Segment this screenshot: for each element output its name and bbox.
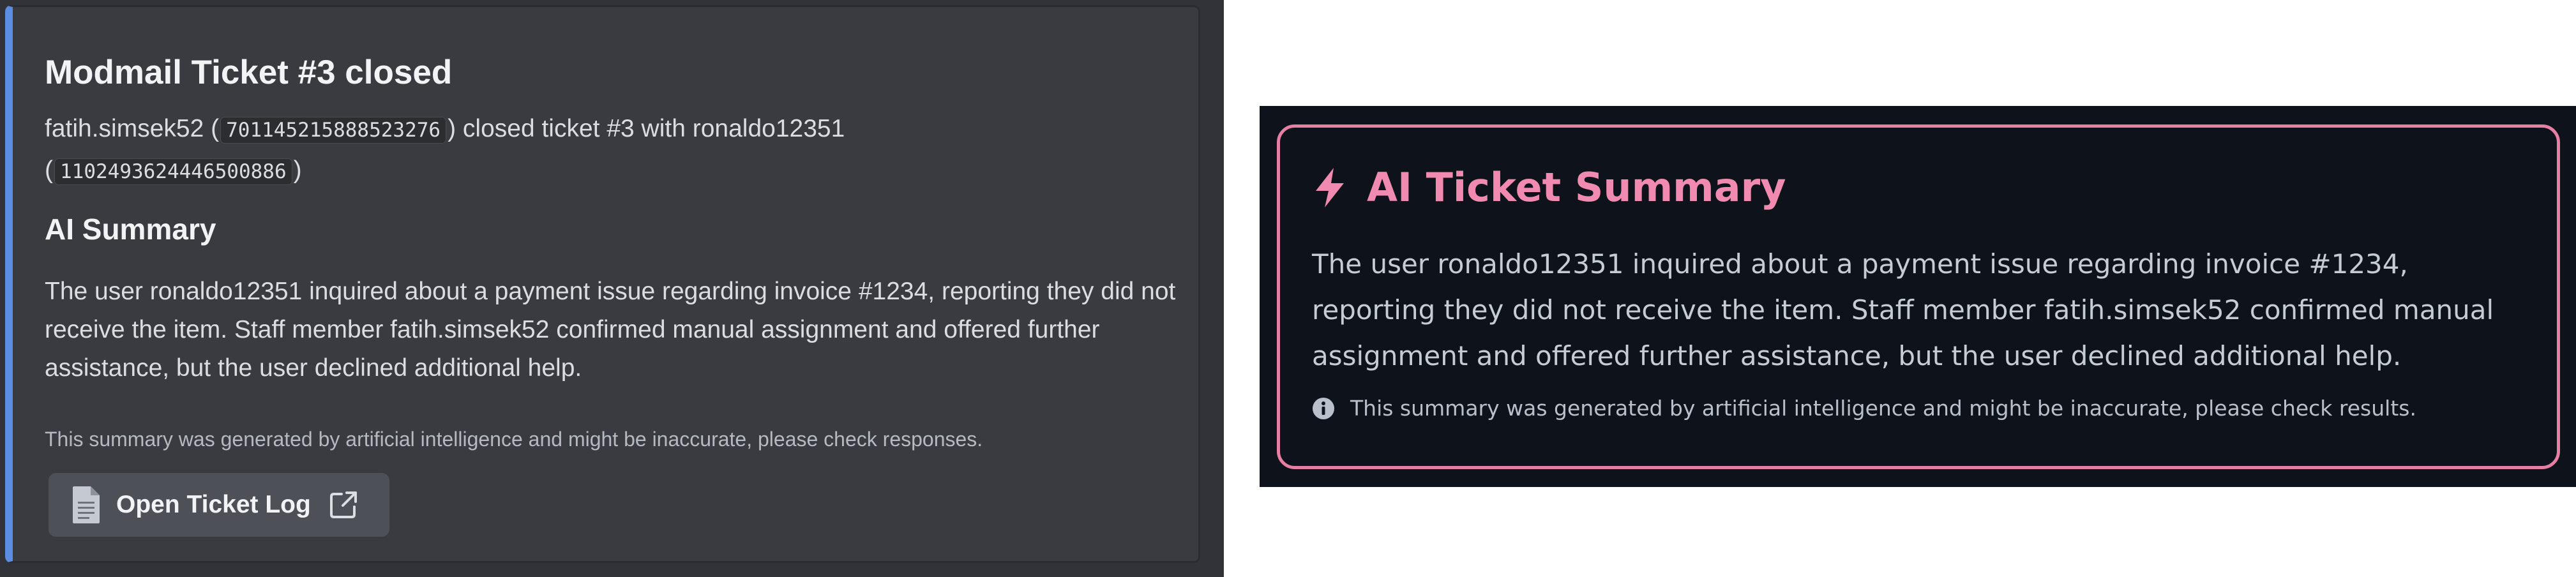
- lightning-bolt-icon: [1316, 167, 1344, 207]
- paren-open-2: (: [45, 156, 53, 184]
- ai-summary-text: The user ronaldo12351 inquired about a p…: [45, 278, 1176, 382]
- open-ticket-log-button[interactable]: Open Ticket Log: [49, 473, 389, 537]
- paren-close-2: ): [293, 156, 302, 184]
- embed-user-line: (1102493624446500886): [45, 156, 302, 185]
- ai-summary-card: AI Ticket Summary The user ronaldo12351 …: [1277, 124, 2560, 469]
- ai-summary-heading: AI Summary: [45, 213, 216, 246]
- card-note-text: This summary was generated by artificial…: [1350, 396, 2416, 421]
- modmail-embed: Modmail Ticket #3 closed fatih.simsek52 …: [5, 5, 1200, 563]
- closer-name: fatih.simsek52: [45, 115, 204, 142]
- embed-title: Modmail Ticket #3 closed: [45, 54, 453, 91]
- document-icon: [73, 486, 100, 523]
- card-summary-text: The user ronaldo12351 inquired about a p…: [1312, 248, 2494, 371]
- card-title: AI Ticket Summary: [1367, 164, 1786, 211]
- close-ticket-text: ) closed ticket #3 with ronaldo12351: [448, 115, 845, 142]
- card-header: AI Ticket Summary: [1312, 164, 1786, 211]
- discord-message-area: Modmail Ticket #3 closed fatih.simsek52 …: [0, 0, 1224, 577]
- embed-closer-line: fatih.simsek52 (701145215888523276) clos…: [45, 115, 845, 144]
- user-id-code: 1102493624446500886: [54, 158, 292, 185]
- open-ticket-log-label: Open Ticket Log: [116, 491, 311, 518]
- card-note: This summary was generated by artificial…: [1312, 396, 2416, 421]
- paren-open: (: [211, 115, 220, 142]
- closer-id-code: 701145215888523276: [220, 117, 447, 144]
- ai-disclaimer: This summary was generated by artificial…: [45, 428, 983, 451]
- info-icon: [1313, 397, 1334, 419]
- ai-summary-panel: AI Ticket Summary The user ronaldo12351 …: [1260, 106, 2576, 487]
- external-link-icon: [329, 491, 357, 518]
